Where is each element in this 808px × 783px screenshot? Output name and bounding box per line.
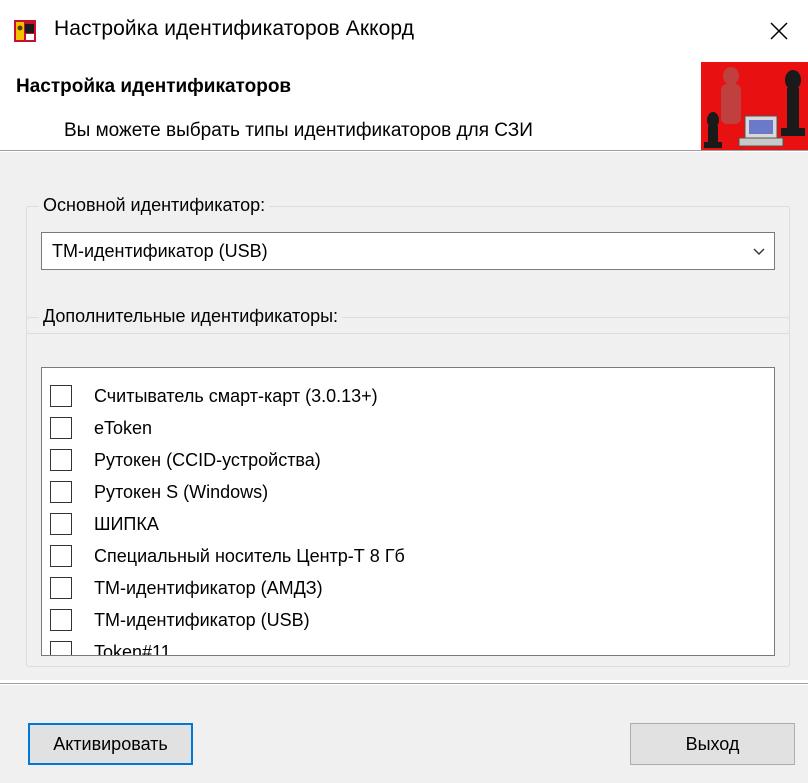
checkbox[interactable] [50,545,72,567]
main-identifier-label: Основной идентификатор: [39,195,270,216]
window-title: Настройка идентификаторов Аккорд [54,17,415,40]
list-item-label: Рутокен S (Windows) [94,481,269,502]
list-item[interactable]: Рутокен S (Windows) [50,476,268,508]
list-item-label: ТМ-идентификатор (USB) [94,609,310,630]
chevron-down-icon [753,248,765,255]
close-icon [770,22,788,40]
list-item[interactable]: Считыватель смарт-карт (3.0.13+) [50,380,378,412]
list-item-label: ШИПКА [94,513,159,534]
main-identifier-value: ТМ-идентификатор (USB) [52,241,268,261]
list-item-label: eToken [94,417,153,438]
header-title: Настройка идентификаторов [16,76,292,97]
accord-app-icon [14,20,36,42]
wizard-header: Настройка идентификаторов Вы можете выбр… [0,62,808,150]
list-item[interactable]: eToken [50,412,152,444]
main-identifier-select[interactable]: ТМ-идентификатор (USB) [41,232,775,270]
list-item[interactable]: ТМ-идентификатор (USB) [50,604,310,636]
list-item[interactable]: ТМ-идентификатор (АМДЗ) [50,572,323,604]
checkbox[interactable] [50,609,72,631]
checkbox[interactable] [50,385,72,407]
extra-identifiers-label: Дополнительные идентификаторы: [39,306,343,327]
list-item-label: Специальный носитель Центр-Т 8 Гб [94,545,405,566]
list-item[interactable]: ШИПКА [50,508,159,540]
extra-identifiers-list[interactable]: Считыватель смарт-карт (3.0.13+) eToken … [41,367,775,656]
checkbox[interactable] [50,417,72,439]
list-item[interactable]: Token#11 [50,636,171,656]
dialog-body: Основной идентификатор: ТМ-идентификатор… [0,152,808,680]
list-item[interactable]: Рутокен (CCID-устройства) [50,444,321,476]
exit-button[interactable]: Выход [630,723,795,765]
checkbox[interactable] [50,577,72,599]
header-illustration [701,62,808,150]
title-bar: Настройка идентификаторов Аккорд [0,0,808,62]
list-item-label: ТМ-идентификатор (АМДЗ) [94,577,323,598]
list-item[interactable]: Специальный носитель Центр-Т 8 Гб [50,540,405,572]
checkbox[interactable] [50,641,72,655]
activate-button[interactable]: Активировать [28,723,193,765]
list-item-label: Считыватель смарт-карт (3.0.13+) [94,385,378,406]
list-item-label: Рутокен (CCID-устройства) [94,449,321,470]
extra-identifiers-group: Дополнительные идентификаторы: Считывате… [26,306,790,667]
checkbox[interactable] [50,481,72,503]
checkbox[interactable] [50,513,72,535]
checkbox[interactable] [50,449,72,471]
dialog-footer: Активировать Выход [0,685,808,783]
header-subtitle: Вы можете выбрать типы идентификаторов д… [64,120,533,141]
close-button[interactable] [750,0,808,62]
list-item-label: Token#11 [94,641,171,656]
